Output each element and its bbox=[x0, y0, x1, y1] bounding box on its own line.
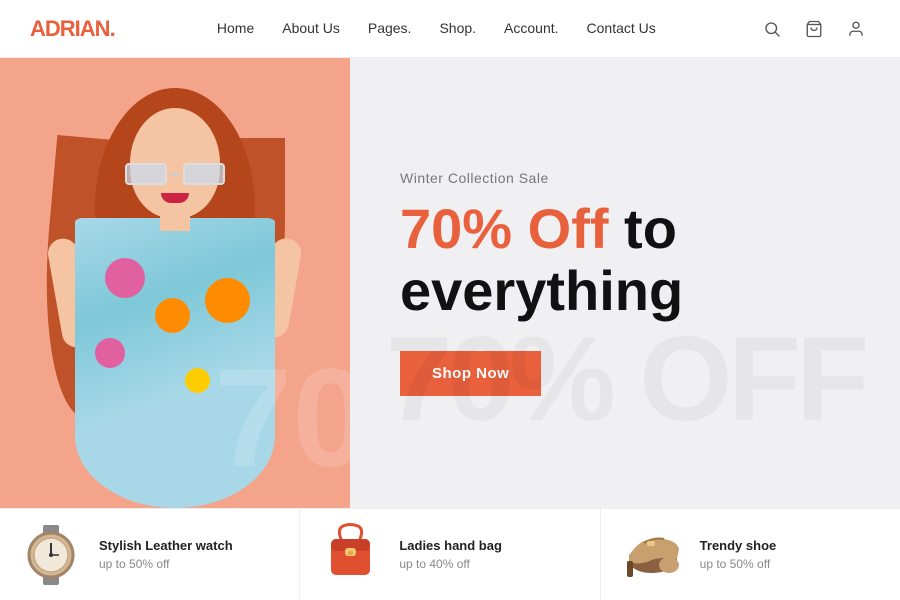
neck bbox=[160, 206, 190, 231]
product-item-bag[interactable]: Ladies hand bag up to 40% off bbox=[300, 509, 600, 600]
nav-item-shop[interactable]: Shop. bbox=[439, 20, 476, 38]
flower-3 bbox=[95, 338, 125, 368]
hero-subtitle: Winter Collection Sale bbox=[400, 170, 850, 186]
nav-item-contact[interactable]: Contact Us bbox=[587, 20, 656, 38]
product-info-bag: Ladies hand bag up to 40% off bbox=[399, 538, 581, 571]
cart-button[interactable] bbox=[800, 15, 828, 43]
product-info-shoe: Trendy shoe up to 50% off bbox=[700, 538, 882, 571]
flower-5 bbox=[185, 368, 210, 393]
glass-right bbox=[183, 163, 225, 185]
flower-2 bbox=[155, 298, 190, 333]
nav-item-about[interactable]: About Us bbox=[282, 20, 340, 38]
product-discount-bag: up to 40% off bbox=[399, 557, 581, 571]
product-discount-shoe: up to 50% off bbox=[700, 557, 882, 571]
product-discount-watch: up to 50% off bbox=[99, 557, 281, 571]
product-strip: Stylish Leather watch up to 50% off Ladi… bbox=[0, 508, 900, 600]
nav-links: Home About Us Pages. Shop. Account. Cont… bbox=[217, 20, 656, 38]
product-info-watch: Stylish Leather watch up to 50% off bbox=[99, 538, 281, 571]
sunglasses bbox=[125, 163, 225, 188]
cart-icon bbox=[805, 20, 823, 38]
product-item-shoe[interactable]: Trendy shoe up to 50% off bbox=[601, 509, 900, 600]
product-thumb-shoe bbox=[619, 520, 684, 590]
hero-section: 70 70% OFF Winter Collection Sale 70% Of… bbox=[0, 58, 900, 508]
model-image bbox=[0, 58, 350, 508]
brand-logo[interactable]: ADRIAN. bbox=[30, 16, 115, 42]
shoe-svg bbox=[619, 521, 684, 589]
nav-item-pages[interactable]: Pages. bbox=[368, 20, 412, 38]
account-button[interactable] bbox=[842, 15, 870, 43]
nav-item-account[interactable]: Account. bbox=[504, 20, 558, 38]
product-thumb-bag bbox=[318, 520, 383, 590]
product-name-watch: Stylish Leather watch bbox=[99, 538, 281, 553]
hero-image-area: 70 bbox=[0, 58, 350, 508]
product-item-watch[interactable]: Stylish Leather watch up to 50% off bbox=[0, 509, 300, 600]
navbar: ADRIAN. Home About Us Pages. Shop. Accou… bbox=[0, 0, 900, 58]
watch-svg bbox=[21, 521, 81, 589]
hero-title: 70% Off toeverything bbox=[400, 198, 850, 321]
face bbox=[130, 108, 220, 218]
brand-dot: . bbox=[110, 16, 115, 41]
flower-4 bbox=[205, 278, 250, 323]
product-name-bag: Ladies hand bag bbox=[399, 538, 581, 553]
hero-content: 70% OFF Winter Collection Sale 70% Off t… bbox=[350, 58, 900, 508]
bag-svg bbox=[323, 521, 378, 589]
lips bbox=[161, 193, 189, 203]
nav-item-home[interactable]: Home bbox=[217, 20, 254, 38]
product-thumb-watch bbox=[18, 520, 83, 590]
woman-figure bbox=[35, 78, 315, 508]
search-button[interactable] bbox=[758, 15, 786, 43]
nav-icons bbox=[758, 15, 870, 43]
hero-title-accent: 70% Off bbox=[400, 197, 609, 260]
flower-1 bbox=[105, 258, 145, 298]
glass-left bbox=[125, 163, 167, 185]
user-icon bbox=[847, 20, 865, 38]
glasses-bridge bbox=[171, 173, 179, 176]
dress bbox=[75, 218, 275, 508]
shop-now-button[interactable]: Shop Now bbox=[400, 351, 541, 396]
search-icon bbox=[763, 20, 781, 38]
product-name-shoe: Trendy shoe bbox=[700, 538, 882, 553]
brand-name: ADRIAN bbox=[30, 16, 110, 41]
